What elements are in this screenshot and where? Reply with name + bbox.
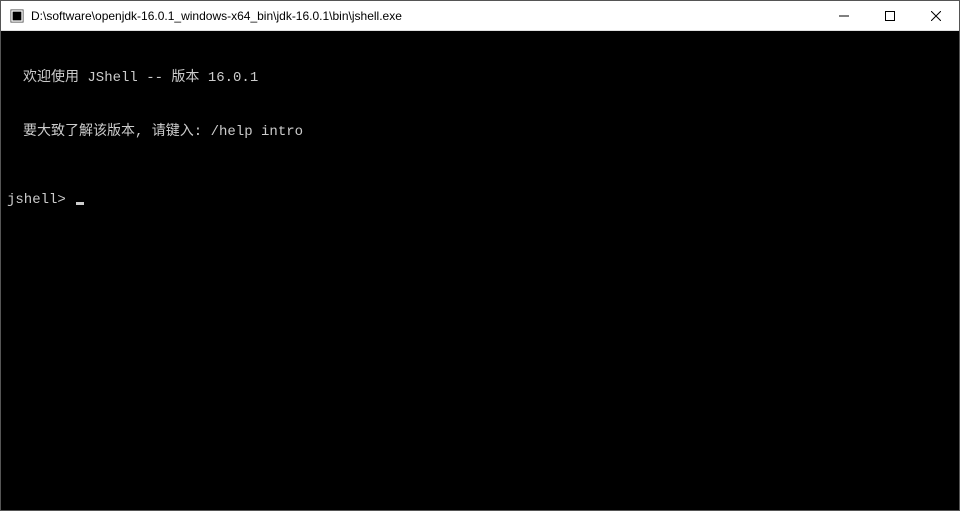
window-controls [821, 1, 959, 30]
titlebar[interactable]: D:\software\openjdk-16.0.1_windows-x64_b… [1, 1, 959, 31]
prompt-text: jshell> [7, 192, 66, 208]
welcome-line-2: 要大致了解该版本, 请键入: /help intro [7, 123, 953, 141]
console-window: D:\software\openjdk-16.0.1_windows-x64_b… [0, 0, 960, 511]
maximize-button[interactable] [867, 1, 913, 30]
window-title: D:\software\openjdk-16.0.1_windows-x64_b… [31, 9, 821, 23]
app-icon [9, 8, 25, 24]
close-button[interactable] [913, 1, 959, 30]
welcome-line-1: 欢迎使用 JShell -- 版本 16.0.1 [7, 69, 953, 87]
prompt-line: jshell> [7, 191, 953, 209]
terminal-area[interactable]: 欢迎使用 JShell -- 版本 16.0.1 要大致了解该版本, 请键入: … [1, 31, 959, 510]
minimize-button[interactable] [821, 1, 867, 30]
cursor [76, 202, 84, 205]
